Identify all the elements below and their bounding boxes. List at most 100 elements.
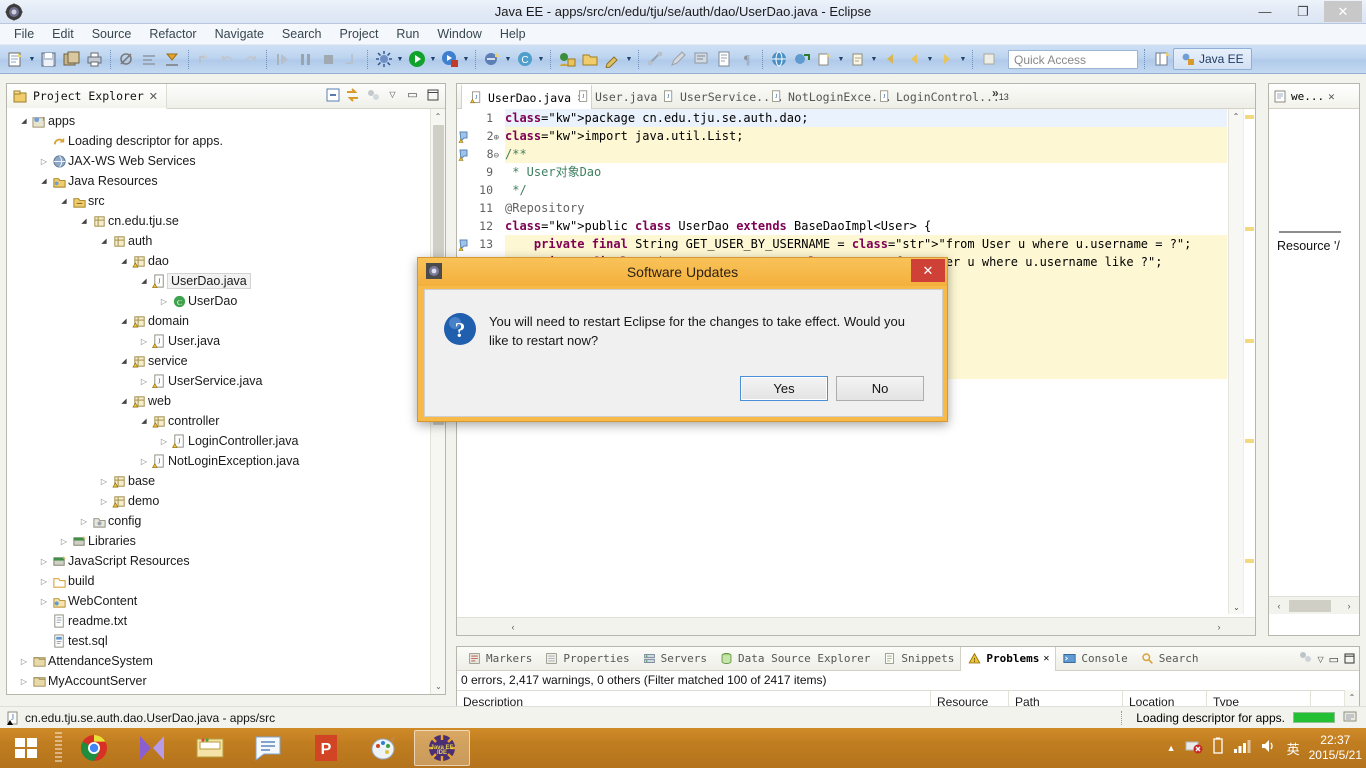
tree-item-userservice-java[interactable]: ▷ J UserService.java (7, 371, 425, 391)
network-error-icon[interactable] (1185, 738, 1203, 759)
twisty-collapsed-icon[interactable]: ▷ (137, 377, 151, 386)
new-wizard-dropdown-icon[interactable]: ▼ (27, 49, 37, 70)
redo-icon[interactable] (240, 49, 261, 70)
new-java-dropdown-icon[interactable]: ▼ (503, 49, 513, 70)
tree-item-webcontent[interactable]: ▷ WebContent (7, 591, 425, 611)
minimize-icon[interactable]: ▭ (1329, 653, 1339, 666)
collapse-all-icon[interactable] (324, 86, 341, 103)
taskbar-eclipse-java-ee-icon[interactable]: Java EE IDE (414, 730, 470, 766)
menu-file[interactable]: File (5, 26, 43, 42)
editor-vertical-scrollbar[interactable]: ⌃ ⌄ (1228, 109, 1243, 614)
twisty-collapsed-icon[interactable]: ▷ (157, 437, 171, 446)
twisty-collapsed-icon[interactable]: ▷ (97, 497, 111, 506)
tree-item-libraries[interactable]: ▷ Libraries (7, 531, 425, 551)
editor-scroll-left-icon[interactable]: ‹ (505, 619, 521, 635)
tree-item-build[interactable]: ▷ build (7, 571, 425, 591)
taskbar-media-player-icon[interactable] (124, 730, 180, 766)
toggle-mark-occurrences-icon[interactable] (139, 49, 160, 70)
save-icon[interactable] (38, 49, 59, 70)
tree-item-config[interactable]: ▷ config (7, 511, 425, 531)
no-button[interactable]: No (836, 376, 924, 401)
step-icon[interactable] (341, 49, 362, 70)
twisty-expanded-icon[interactable]: ◢ (77, 217, 91, 225)
link-with-editor-icon[interactable] (344, 86, 361, 103)
print-icon[interactable] (84, 49, 105, 70)
save-all-icon[interactable] (61, 49, 82, 70)
code-line[interactable]: class="kw">package cn.edu.tju.se.auth.da… (505, 109, 1227, 127)
close-icon[interactable]: ✕ (1043, 653, 1049, 664)
taskbar-chrome-icon[interactable] (66, 730, 122, 766)
tree-item-notloginexception-java[interactable]: ▷ J NotLoginException.java (7, 451, 425, 471)
editor-scroll-down-icon[interactable]: ⌄ (1229, 600, 1244, 614)
link-editor-icon[interactable] (644, 49, 665, 70)
forward-icon[interactable] (936, 49, 957, 70)
tree-item-loading-descriptor-for-apps[interactable]: Loading descriptor for apps. (7, 131, 425, 151)
tree-item-service[interactable]: ◢ service (7, 351, 425, 371)
ime-indicator[interactable]: 英 (1287, 739, 1300, 758)
volume-icon[interactable] (1260, 738, 1278, 759)
paragraph-icon[interactable]: ¶ (736, 49, 757, 70)
twisty-expanded-icon[interactable]: ◢ (37, 177, 51, 185)
tree-item-controller[interactable]: ◢ controller (7, 411, 425, 431)
tree-item-demo[interactable]: ▷ demo (7, 491, 425, 511)
scroll-up-icon[interactable]: ⌃ (431, 109, 445, 124)
menu-refactor[interactable]: Refactor (140, 26, 205, 42)
web-browser-icon[interactable] (768, 49, 789, 70)
tree-item-myaccountserver[interactable]: ▷ MyAccountServer (7, 671, 425, 691)
editor-tab-logincontrol[interactable]: J LoginControl... (870, 84, 1007, 109)
twisty-collapsed-icon[interactable]: ▷ (37, 597, 51, 606)
export-dropdown-icon[interactable]: ▼ (836, 49, 846, 70)
twisty-collapsed-icon[interactable]: ▷ (137, 457, 151, 466)
clock[interactable]: 22:37 2015/5/21 (1309, 733, 1362, 763)
minimize-button[interactable]: — (1246, 1, 1284, 22)
open-type-icon[interactable] (556, 49, 577, 70)
twisty-expanded-icon[interactable]: ◢ (97, 237, 111, 245)
tree-item-javascript-resources[interactable]: ▷ JavaScript Resources (7, 551, 425, 571)
problems-scroll-up-icon[interactable]: ⌃ (1345, 690, 1359, 704)
twisty-collapsed-icon[interactable]: ▷ (37, 157, 51, 166)
twisty-collapsed-icon[interactable]: ▷ (37, 557, 51, 566)
back-dropdown-icon[interactable]: ▼ (925, 49, 935, 70)
close-icon[interactable]: ✕ (149, 90, 158, 103)
menu-edit[interactable]: Edit (43, 26, 83, 42)
signal-icon[interactable] (1233, 738, 1251, 759)
twisty-collapsed-icon[interactable]: ▷ (37, 577, 51, 586)
tree-item-user-java[interactable]: ▷ J User.java (7, 331, 425, 351)
tree-item-userdao-java[interactable]: ◢ J UserDao.java (7, 271, 425, 291)
resume-icon[interactable] (272, 49, 293, 70)
bottom-tab-servers[interactable]: Servers (636, 647, 713, 671)
tree-item-jax-ws-web-services[interactable]: ▷ JAX-WS Web Services (7, 151, 425, 171)
back-icon[interactable] (880, 49, 901, 70)
undo-icon[interactable] (217, 49, 238, 70)
run-dropdown-icon[interactable]: ▼ (428, 49, 438, 70)
pin-editor-icon[interactable] (978, 49, 999, 70)
menu-window[interactable]: Window (428, 26, 490, 42)
tree-item-web[interactable]: ◢ web (7, 391, 425, 411)
forward-history-icon[interactable] (903, 49, 924, 70)
bottom-tab-problems[interactable]: ! Problems ✕ (960, 646, 1057, 671)
export-icon[interactable] (814, 49, 835, 70)
code-line[interactable]: private final String GET_USER_BY_USERNAM… (505, 235, 1227, 253)
menu-search[interactable]: Search (273, 26, 331, 42)
close-button[interactable]: ✕ (1324, 1, 1362, 22)
right-scroll-left-icon[interactable]: ‹ (1271, 598, 1287, 614)
code-line[interactable]: * User对象Dao (505, 163, 1227, 181)
maximize-icon[interactable] (424, 86, 441, 103)
menu-navigate[interactable]: Navigate (206, 26, 273, 42)
editor-scroll-up-icon[interactable]: ⌃ (1229, 109, 1243, 123)
editor-tab-user-java[interactable]: J User.java (569, 84, 664, 109)
editor-horizontal-scrollbar[interactable]: ‹ › (457, 617, 1255, 635)
new-wizard-icon[interactable] (5, 49, 26, 70)
twisty-expanded-icon[interactable]: ◢ (137, 417, 151, 425)
menu-project[interactable]: Project (331, 26, 388, 42)
run-icon[interactable] (406, 49, 427, 70)
editor-scroll-right-icon[interactable]: › (1211, 619, 1227, 635)
view-menu-icon[interactable]: ▽ (1317, 655, 1323, 664)
tree-item-domain[interactable]: ◢ domain (7, 311, 425, 331)
suspend-icon[interactable] (295, 49, 316, 70)
taskbar-paint-icon[interactable] (356, 730, 412, 766)
tree-item-test-sql[interactable]: test.sql (7, 631, 425, 651)
next-annotation-icon[interactable] (194, 49, 215, 70)
bottom-tab-markers[interactable]: Markers (461, 647, 538, 671)
tree-item-apps[interactable]: ◢ Japps (7, 111, 425, 131)
